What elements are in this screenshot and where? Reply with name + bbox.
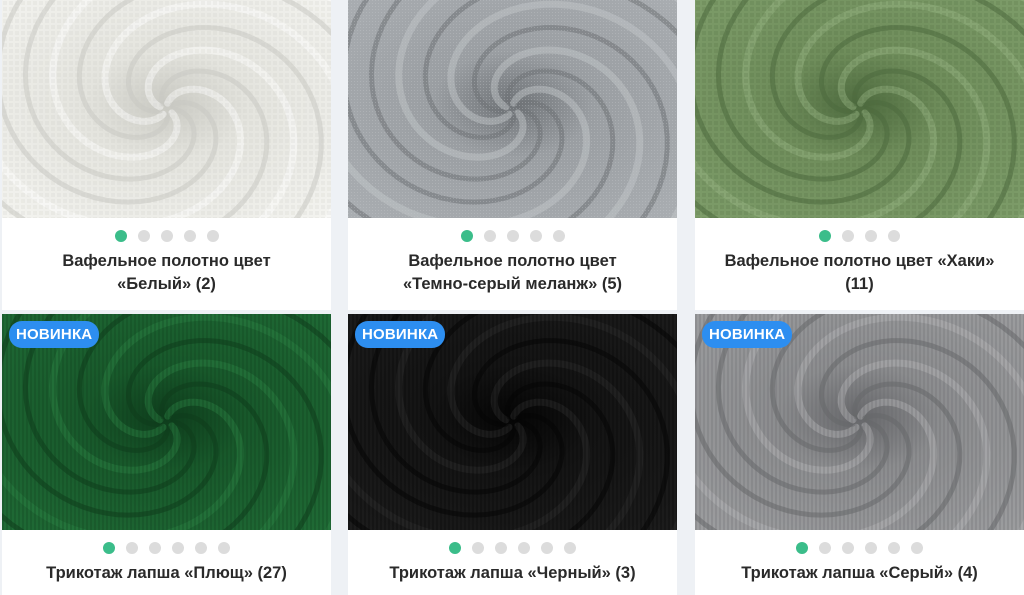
new-badge: НОВИНКА	[355, 321, 446, 348]
carousel-dot[interactable]	[552, 230, 565, 242]
product-title-line: «Белый» (2)	[117, 275, 216, 293]
carousel-dot[interactable]	[460, 230, 473, 242]
carousel-dot[interactable]	[172, 542, 184, 554]
fabric-swirl-illustration	[348, 0, 677, 218]
image-carousel-dots	[2, 538, 331, 558]
product-title[interactable]: Трикотаж лапша «Серый» (4)	[695, 562, 1024, 585]
product-card[interactable]: Вафельное полотно цвет «Хаки» (11)	[695, 0, 1024, 310]
product-title-line: «Темно-серый меланж» (5)	[402, 275, 623, 293]
product-image[interactable]	[2, 0, 331, 218]
carousel-dot[interactable]	[529, 230, 542, 242]
product-card[interactable]: Вафельное полотно цвет «Белый» (2)	[2, 0, 331, 310]
product-title-line: (11)	[845, 275, 874, 293]
carousel-dot[interactable]	[126, 542, 138, 554]
carousel-dot[interactable]	[888, 542, 900, 554]
product-image[interactable]: НОВИНКА	[695, 314, 1024, 530]
product-image[interactable]	[695, 0, 1024, 218]
carousel-dot[interactable]	[819, 230, 831, 242]
image-carousel-dots	[695, 538, 1024, 558]
fabric-texture	[695, 0, 1024, 218]
product-title[interactable]: Трикотаж лапша «Черный» (3)	[348, 562, 677, 585]
product-title-line: Вафельное полотно цвет	[62, 252, 271, 270]
fabric-swirl-illustration	[2, 0, 331, 218]
carousel-dot[interactable]	[518, 542, 530, 554]
product-title[interactable]: Вафельное полотно цвет «Хаки» (11)	[695, 250, 1024, 296]
product-card[interactable]: Вафельное полотно цвет «Темно-серый мела…	[348, 0, 677, 310]
carousel-dot[interactable]	[842, 230, 854, 242]
fabric-swirl-illustration	[695, 0, 1024, 218]
carousel-dot[interactable]	[865, 230, 877, 242]
product-title[interactable]: Трикотаж лапша «Плющ» (27)	[2, 562, 331, 585]
carousel-dot[interactable]	[888, 230, 900, 242]
carousel-dot[interactable]	[842, 542, 854, 554]
carousel-dot[interactable]	[206, 230, 219, 242]
image-carousel-dots	[348, 538, 677, 558]
product-title-line: Вафельное полотно цвет	[408, 252, 617, 270]
carousel-dot[interactable]	[541, 542, 553, 554]
fabric-texture	[348, 0, 677, 218]
carousel-dot[interactable]	[103, 542, 115, 554]
product-title[interactable]: Вафельное полотно цвет «Темно-серый мела…	[348, 250, 677, 296]
image-carousel-dots	[2, 226, 331, 246]
new-badge: НОВИНКА	[702, 321, 793, 348]
carousel-dot[interactable]	[564, 542, 576, 554]
carousel-dot[interactable]	[483, 230, 496, 242]
carousel-dot[interactable]	[160, 230, 173, 242]
carousel-dot[interactable]	[183, 230, 196, 242]
product-card[interactable]: НОВИНКА Трикотаж лапша «Плющ» (27)	[2, 314, 331, 595]
product-image[interactable]: НОВИНКА	[2, 314, 331, 530]
carousel-dot[interactable]	[149, 542, 161, 554]
image-carousel-dots	[695, 226, 1024, 246]
product-image[interactable]: НОВИНКА	[348, 314, 677, 530]
product-title-line: Трикотаж лапша «Черный» (3)	[389, 564, 636, 582]
carousel-dot[interactable]	[472, 542, 484, 554]
product-grid: Вафельное полотно цвет «Белый» (2) Вафел…	[0, 0, 1024, 595]
product-card[interactable]: НОВИНКА Трикотаж лапша «Серый» (4)	[695, 314, 1024, 595]
new-badge: НОВИНКА	[9, 321, 100, 348]
carousel-dot[interactable]	[195, 542, 207, 554]
product-image[interactable]	[348, 0, 677, 218]
carousel-dot[interactable]	[495, 542, 507, 554]
image-carousel-dots	[348, 226, 677, 246]
carousel-dot[interactable]	[819, 542, 831, 554]
carousel-dot[interactable]	[506, 230, 519, 242]
carousel-dot[interactable]	[449, 542, 461, 554]
product-card[interactable]: НОВИНКА Трикотаж лапша «Черный» (3)	[348, 314, 677, 595]
carousel-dot[interactable]	[218, 542, 230, 554]
product-title-line: Трикотаж лапша «Серый» (4)	[741, 564, 978, 582]
product-title-line: Вафельное полотно цвет «Хаки»	[724, 252, 995, 270]
carousel-dot[interactable]	[114, 230, 127, 242]
carousel-dot[interactable]	[137, 230, 150, 242]
carousel-dot[interactable]	[865, 542, 877, 554]
fabric-texture	[2, 0, 331, 218]
carousel-dot[interactable]	[796, 542, 808, 554]
product-title-line: Трикотаж лапша «Плющ» (27)	[46, 564, 287, 582]
carousel-dot[interactable]	[911, 542, 923, 554]
product-title[interactable]: Вафельное полотно цвет «Белый» (2)	[2, 250, 331, 296]
